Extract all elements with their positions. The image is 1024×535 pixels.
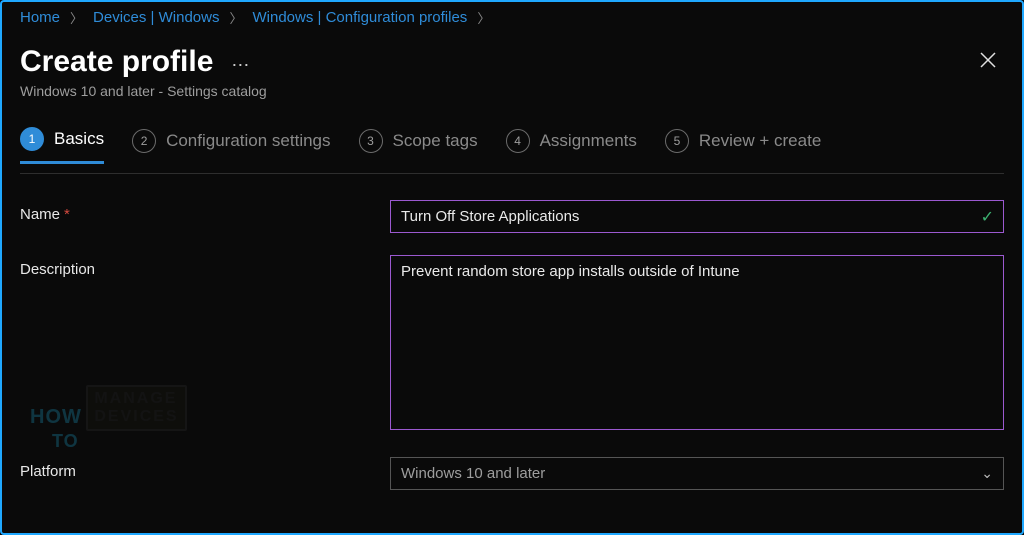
page-title: Create profile [20,45,213,79]
breadcrumb: Home 〉 Devices | Windows 〉 Windows | Con… [20,2,1004,27]
step-review-create[interactable]: 5 Review + create [665,129,821,163]
chevron-down-icon: ⌄ [981,465,993,482]
step-number-badge: 2 [132,129,156,153]
name-field-wrap: ✓ [390,200,1004,233]
close-icon [980,52,996,68]
name-label: Name* [20,200,390,223]
step-number-badge: 4 [506,129,530,153]
breadcrumb-home[interactable]: Home [20,9,60,26]
description-input[interactable] [390,255,1004,430]
platform-field-wrap: Windows 10 and later ⌄ [390,457,1004,490]
breadcrumb-devices-windows[interactable]: Devices | Windows [93,9,219,26]
form-row-name: Name* ✓ [20,200,1004,233]
breadcrumb-configuration-profiles[interactable]: Windows | Configuration profiles [252,9,467,26]
step-number-badge: 3 [359,129,383,153]
more-actions-button[interactable]: ⋯ [231,55,251,76]
step-number-badge: 5 [665,129,689,153]
step-label: Configuration settings [166,131,330,151]
page-subtitle: Windows 10 and later - Settings catalog [20,83,1004,99]
step-label: Basics [54,129,104,149]
step-label: Scope tags [393,131,478,151]
required-asterisk: * [64,206,70,223]
platform-label: Platform [20,457,390,480]
chevron-right-icon: 〉 [70,8,83,27]
description-label: Description [20,255,390,278]
wizard-steps: 1 Basics 2 Configuration settings 3 Scop… [20,127,1004,164]
close-button[interactable] [972,47,1004,78]
chevron-right-icon: 〉 [477,8,490,27]
platform-value: Windows 10 and later [401,465,545,482]
platform-select[interactable]: Windows 10 and later ⌄ [390,457,1004,490]
description-field-wrap [390,255,1004,435]
divider [20,173,1004,174]
app-frame: Home 〉 Devices | Windows 〉 Windows | Con… [0,0,1024,535]
step-label: Review + create [699,131,821,151]
step-scope-tags[interactable]: 3 Scope tags [359,129,478,163]
step-basics[interactable]: 1 Basics [20,127,104,164]
form-row-platform: Platform Windows 10 and later ⌄ [20,457,1004,490]
step-number-badge: 1 [20,127,44,151]
label-text: Name [20,206,60,223]
step-assignments[interactable]: 4 Assignments [506,129,637,163]
chevron-right-icon: 〉 [229,8,242,27]
step-configuration-settings[interactable]: 2 Configuration settings [132,129,330,163]
form-row-description: Description [20,255,1004,435]
name-input[interactable] [390,200,1004,233]
step-label: Assignments [540,131,637,151]
page-header: Create profile ⋯ [20,45,1004,79]
page-header-left: Create profile ⋯ [20,45,251,79]
